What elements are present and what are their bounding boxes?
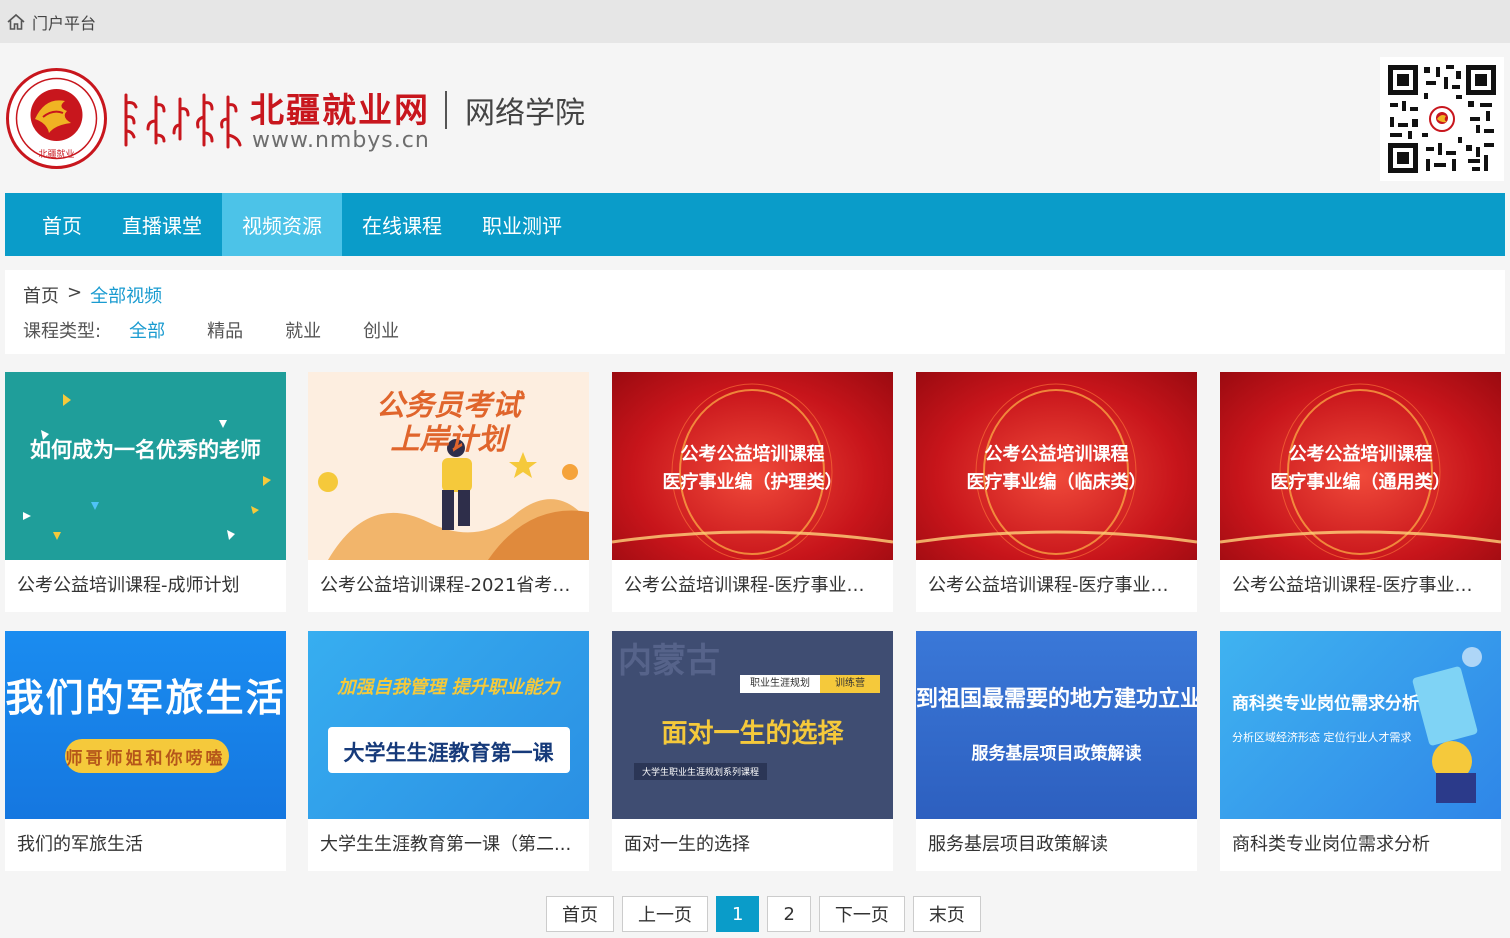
- thumbnail-tag: 职业生涯规划: [740, 675, 820, 693]
- nav-career-assessment[interactable]: 职业测评: [462, 193, 582, 256]
- thumbnail-headline: 加强自我管理 提升职业能力: [337, 677, 560, 698]
- video-card[interactable]: 内蒙古 职业生涯规划 训练营 面对一生的选择 大学生职业生涯规划系列课程 面对一…: [612, 631, 893, 871]
- brand-divider: [445, 91, 447, 129]
- business-illustration: [1412, 647, 1482, 803]
- thumbnail-subheadline: 医疗事业编（通用类）: [1270, 472, 1451, 493]
- video-thumbnail[interactable]: 商科类专业岗位需求分析 分析区域经济形态 定位行业人才需求: [1220, 631, 1501, 819]
- pager-first-button[interactable]: 首页: [546, 896, 614, 932]
- video-thumbnail[interactable]: 公务员考试 上岸计划: [308, 372, 589, 560]
- type-option-all[interactable]: 全部: [129, 317, 165, 343]
- thumbnail-headline: 商科类专业岗位需求分析: [1232, 694, 1419, 714]
- nav-live-class[interactable]: 直播课堂: [102, 193, 222, 256]
- video-title[interactable]: 商科类专业岗位需求分析: [1220, 819, 1501, 871]
- video-card[interactable]: 商科类专业岗位需求分析 分析区域经济形态 定位行业人才需求 商科类专业岗位需求分…: [1220, 631, 1501, 871]
- type-option-entrepreneurship[interactable]: 创业: [363, 317, 399, 343]
- pager-page-1[interactable]: 1: [716, 896, 760, 932]
- video-card[interactable]: 公考公益培训课程 医疗事业编（护理类） 公考公益培训课程-医疗事业编...: [612, 372, 893, 612]
- course-type-filter: 课程类型: 全部 精品 就业 创业: [23, 317, 441, 343]
- mongolian-script-logo: [124, 93, 242, 149]
- video-card[interactable]: 如何成为一名优秀的老师 公考公益培训课程-成师计划: [5, 372, 286, 612]
- video-title[interactable]: 公考公益培训课程-成师计划: [5, 560, 286, 612]
- video-thumbnail[interactable]: 公考公益培训课程 医疗事业编（护理类）: [612, 372, 893, 560]
- type-option-employment[interactable]: 就业: [285, 317, 321, 343]
- portal-topbar: 门户平台: [0, 0, 1510, 43]
- video-card[interactable]: 公考公益培训课程 医疗事业编（临床类） 公考公益培训课程-医疗事业编...: [916, 372, 1197, 612]
- video-card[interactable]: 到祖国最需要的地方建功立业 服务基层项目政策解读 服务基层项目政策解读: [916, 631, 1197, 871]
- video-title[interactable]: 公考公益培训课程-医疗事业编...: [612, 560, 893, 612]
- video-thumbnail[interactable]: 我们的军旅生活 师哥师姐和你唠嗑: [5, 631, 286, 819]
- thumbnail-headline: 我们的军旅生活: [5, 676, 286, 720]
- ring-decoration: [1220, 383, 1501, 560]
- breadcrumb-current[interactable]: 全部视频: [90, 282, 162, 308]
- thumbnail-headline: 面对一生的选择: [661, 719, 844, 749]
- thumbnail-subheadline: 上岸计划: [390, 422, 507, 456]
- ring-decoration: [916, 383, 1197, 560]
- thumbnail-subheadline: 服务基层项目政策解读: [971, 744, 1142, 764]
- video-thumbnail[interactable]: 如何成为一名优秀的老师: [5, 372, 286, 560]
- thumbnail-tag: 训练营: [820, 675, 880, 693]
- video-card[interactable]: 公考公益培训课程 医疗事业编（通用类） 公考公益培训课程-医疗事业编...: [1220, 372, 1501, 612]
- video-card[interactable]: 我们的军旅生活 师哥师姐和你唠嗑 我们的军旅生活: [5, 631, 286, 871]
- nav-home[interactable]: 首页: [22, 193, 102, 256]
- thumbnail-subheadline: 医疗事业编（临床类）: [966, 472, 1147, 493]
- video-thumbnail[interactable]: 内蒙古 职业生涯规划 训练营 面对一生的选择 大学生职业生涯规划系列课程: [612, 631, 893, 819]
- video-title[interactable]: 面对一生的选择: [612, 819, 893, 871]
- video-title[interactable]: 公考公益培训课程-2021省考上...: [308, 560, 589, 612]
- video-title[interactable]: 大学生生涯教育第一课（第二...: [308, 819, 589, 871]
- pager-next-button[interactable]: 下一页: [818, 896, 905, 932]
- emblem-text: 北疆就业: [38, 148, 74, 160]
- thumbnail-headline: 如何成为一名优秀的老师: [30, 438, 261, 462]
- brand-subtitle: 网络学院: [465, 96, 585, 131]
- thumbnail-caption: 大学生职业生涯规划系列课程: [634, 763, 768, 780]
- type-option-featured[interactable]: 精品: [207, 317, 243, 343]
- filter-panel: 首页 > 全部视频 课程类型: 全部 精品 就业 创业: [5, 270, 1505, 354]
- breadcrumb-separator: >: [67, 282, 83, 303]
- thumbnail-subheadline: 医疗事业编（护理类）: [662, 472, 843, 493]
- portal-link[interactable]: 门户平台: [32, 10, 96, 34]
- home-icon[interactable]: [6, 12, 26, 32]
- brand-name: 北疆就业网: [250, 91, 430, 131]
- thumbnail-headline: 公考公益培训课程: [1288, 444, 1433, 465]
- video-title[interactable]: 我们的军旅生活: [5, 819, 286, 871]
- pager-last-button[interactable]: 末页: [912, 896, 981, 932]
- site-header: 北疆就业 北疆就业网 www.nmbys.cn 网络学院: [0, 43, 1510, 193]
- video-title[interactable]: 服务基层项目政策解读: [916, 819, 1197, 871]
- thumbnail-headline: 公考公益培训课程: [984, 444, 1129, 465]
- confetti-decoration: [23, 394, 271, 540]
- thumbnail-subheadline: 师哥师姐和你唠嗑: [65, 749, 226, 769]
- nav-video-resources[interactable]: 视频资源: [222, 193, 342, 256]
- video-thumbnail[interactable]: 公考公益培训课程 医疗事业编（临床类）: [916, 372, 1197, 560]
- video-thumbnail[interactable]: 加强自我管理 提升职业能力 大学生生涯教育第一课: [308, 631, 589, 819]
- thumbnail-headline: 到祖国最需要的地方建功立业: [916, 687, 1197, 712]
- thumbnail-watermark: 内蒙古: [618, 641, 720, 681]
- video-title[interactable]: 公考公益培训课程-医疗事业编...: [916, 560, 1197, 612]
- nav-online-course[interactable]: 在线课程: [342, 193, 462, 256]
- breadcrumb: 首页 > 全部视频: [23, 282, 162, 308]
- course-type-label: 课程类型:: [23, 321, 102, 342]
- pagination: 首页 上一页 1 2 下一页 末页: [546, 896, 981, 932]
- video-thumbnail[interactable]: 到祖国最需要的地方建功立业 服务基层项目政策解读: [916, 631, 1197, 819]
- ring-decoration: [612, 383, 893, 560]
- thumbnail-subheadline: 分析区域经济形态 定位行业人才需求: [1232, 731, 1412, 744]
- video-card[interactable]: 公务员考试 上岸计划 公考公益培训课程-2021省考上...: [308, 372, 589, 612]
- video-title[interactable]: 公考公益培训课程-医疗事业编...: [1220, 560, 1501, 612]
- breadcrumb-home[interactable]: 首页: [23, 282, 59, 308]
- pager-prev-button[interactable]: 上一页: [622, 896, 708, 932]
- qr-code-icon: [1386, 63, 1498, 175]
- main-nav: 首页 直播课堂 视频资源 在线课程 职业测评: [5, 193, 1505, 256]
- site-emblem-logo[interactable]: 北疆就业: [5, 67, 108, 170]
- video-card[interactable]: 加强自我管理 提升职业能力 大学生生涯教育第一课 大学生生涯教育第一课（第二..…: [308, 631, 589, 871]
- video-thumbnail[interactable]: 公考公益培训课程 医疗事业编（通用类）: [1220, 372, 1501, 560]
- thumbnail-headline: 公考公益培训课程: [680, 444, 825, 465]
- thumbnail-subheadline: 大学生生涯教育第一课: [343, 741, 554, 765]
- pager-page-2[interactable]: 2: [767, 896, 811, 932]
- brand-url: www.nmbys.cn: [252, 128, 430, 153]
- qr-code: [1380, 57, 1504, 181]
